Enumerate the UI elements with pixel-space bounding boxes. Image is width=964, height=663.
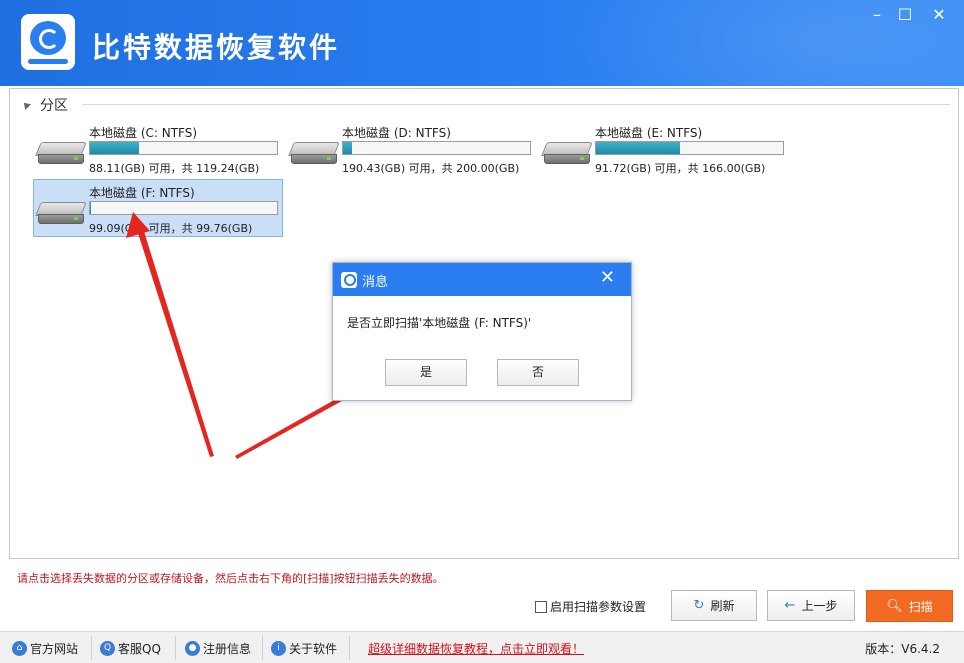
checkbox-label: 启用扫描参数设置 (550, 600, 647, 614)
refresh-button[interactable]: ↻ 刷新 (671, 590, 757, 621)
collapse-triangle-icon[interactable] (21, 100, 31, 110)
tutorial-promo-link[interactable]: 超级详细数据恢复教程，点击立即观看！ (368, 640, 584, 657)
hard-disk-icon (35, 142, 87, 166)
usage-bar-fill (596, 142, 680, 154)
dialog-title: 消息 (362, 275, 389, 290)
usage-bar-fill (90, 202, 92, 214)
app-small-icon (341, 272, 357, 288)
about-software-label: 关于软件 (289, 642, 338, 656)
drive-capacity: 190.43(GB) 可用，共 200.00(GB) (342, 162, 520, 175)
yes-button[interactable]: 是 (385, 359, 467, 386)
usage-bar-fill (90, 142, 139, 154)
qq-icon: Q (100, 641, 115, 656)
drive-name: 本地磁盘 (E: NTFS) (595, 126, 703, 140)
dialog-message: 是否立即扫描'本地磁盘 (F: NTFS)' (347, 316, 532, 330)
close-button[interactable]: ✕ (928, 5, 950, 27)
about-software-link[interactable]: i 关于软件 (271, 640, 337, 657)
drive-capacity: 88.11(GB) 可用，共 119.24(GB) (89, 162, 260, 175)
hard-disk-icon (541, 142, 593, 166)
footer-divider (262, 636, 263, 660)
dialog-close-icon[interactable]: ✕ (600, 267, 615, 288)
registration-info-link[interactable]: ● 注册信息 (185, 640, 251, 657)
drive-name: 本地磁盘 (C: NTFS) (89, 126, 198, 140)
minimize-button[interactable]: – (866, 5, 888, 27)
previous-step-button[interactable]: ← 上一步 (767, 590, 855, 621)
version-label: 版本：V6.4.2 (865, 642, 940, 656)
registration-info-label: 注册信息 (203, 642, 252, 656)
app-logo-icon (21, 14, 75, 70)
title-bar: 比特数据恢复软件 – ☐ ✕ (0, 0, 964, 86)
drive-capacity: 91.72(GB) 可用，共 166.00(GB) (595, 162, 766, 175)
refresh-icon: ↻ (693, 598, 705, 613)
usage-bar-fill (343, 142, 352, 154)
usage-bar (342, 141, 531, 155)
drive-item-e[interactable]: 本地磁盘 (E: NTFS) 91.72(GB) 可用，共 166.00(GB) (539, 119, 789, 177)
official-site-label: 官方网站 (30, 642, 79, 656)
section-partition-header[interactable]: 分区 (21, 95, 68, 115)
checkbox-box[interactable] (535, 600, 547, 613)
previous-step-label: 上一步 (801, 599, 838, 613)
section-divider (82, 104, 950, 105)
footer-divider (91, 636, 92, 660)
user-icon: ● (185, 641, 200, 656)
app-title: 比特数据恢复软件 (92, 31, 341, 64)
drive-name: 本地磁盘 (F: NTFS) (89, 186, 195, 200)
arrow-left-icon: ← (784, 598, 796, 613)
support-qq-label: 客服QQ (118, 642, 161, 656)
hard-disk-icon (288, 142, 340, 166)
usage-bar (595, 141, 784, 155)
info-icon: i (271, 641, 286, 656)
dialog-title-bar: 消息 ✕ (333, 263, 631, 296)
enable-scan-params-checkbox[interactable]: 启用扫描参数设置 (535, 598, 646, 615)
official-site-link[interactable]: ⌂ 官方网站 (12, 640, 78, 657)
drive-item-c[interactable]: 本地磁盘 (C: NTFS) 88.11(GB) 可用，共 119.24(GB) (33, 119, 283, 177)
confirm-scan-dialog: 消息 ✕ 是否立即扫描'本地磁盘 (F: NTFS)' 是 否 (332, 262, 632, 401)
hard-disk-icon (35, 202, 87, 226)
drive-capacity: 99.09(GB) 可用，共 99.76(GB) (89, 222, 253, 235)
refresh-label: 刷新 (710, 599, 735, 613)
drive-item-d[interactable]: 本地磁盘 (D: NTFS) 190.43(GB) 可用，共 200.00(GB… (286, 119, 536, 177)
scan-button[interactable]: 🔍︎ 扫描 (866, 590, 953, 622)
scan-label: 扫描 (908, 599, 933, 614)
status-footer: ⌂ 官方网站 Q 客服QQ ● 注册信息 i 关于软件 超级详细数据恢复教程，点… (0, 631, 964, 663)
instruction-hint: 请点击选择丢失数据的分区或存储设备，然后点击右下角的[扫描]按钮扫描丢失的数据。 (17, 572, 444, 585)
support-qq-link[interactable]: Q 客服QQ (100, 640, 161, 657)
home-icon: ⌂ (12, 641, 27, 656)
footer-divider (349, 636, 350, 660)
maximize-button[interactable]: ☐ (894, 5, 916, 27)
drive-item-f[interactable]: 本地磁盘 (F: NTFS) 99.09(GB) 可用，共 99.76(GB) (33, 179, 283, 237)
footer-divider (175, 636, 176, 660)
usage-bar (89, 141, 278, 155)
drive-name: 本地磁盘 (D: NTFS) (342, 126, 451, 140)
search-icon: 🔍︎ (886, 598, 903, 614)
usage-bar (89, 201, 278, 215)
no-button[interactable]: 否 (497, 359, 579, 386)
section-label: 分区 (40, 98, 68, 114)
